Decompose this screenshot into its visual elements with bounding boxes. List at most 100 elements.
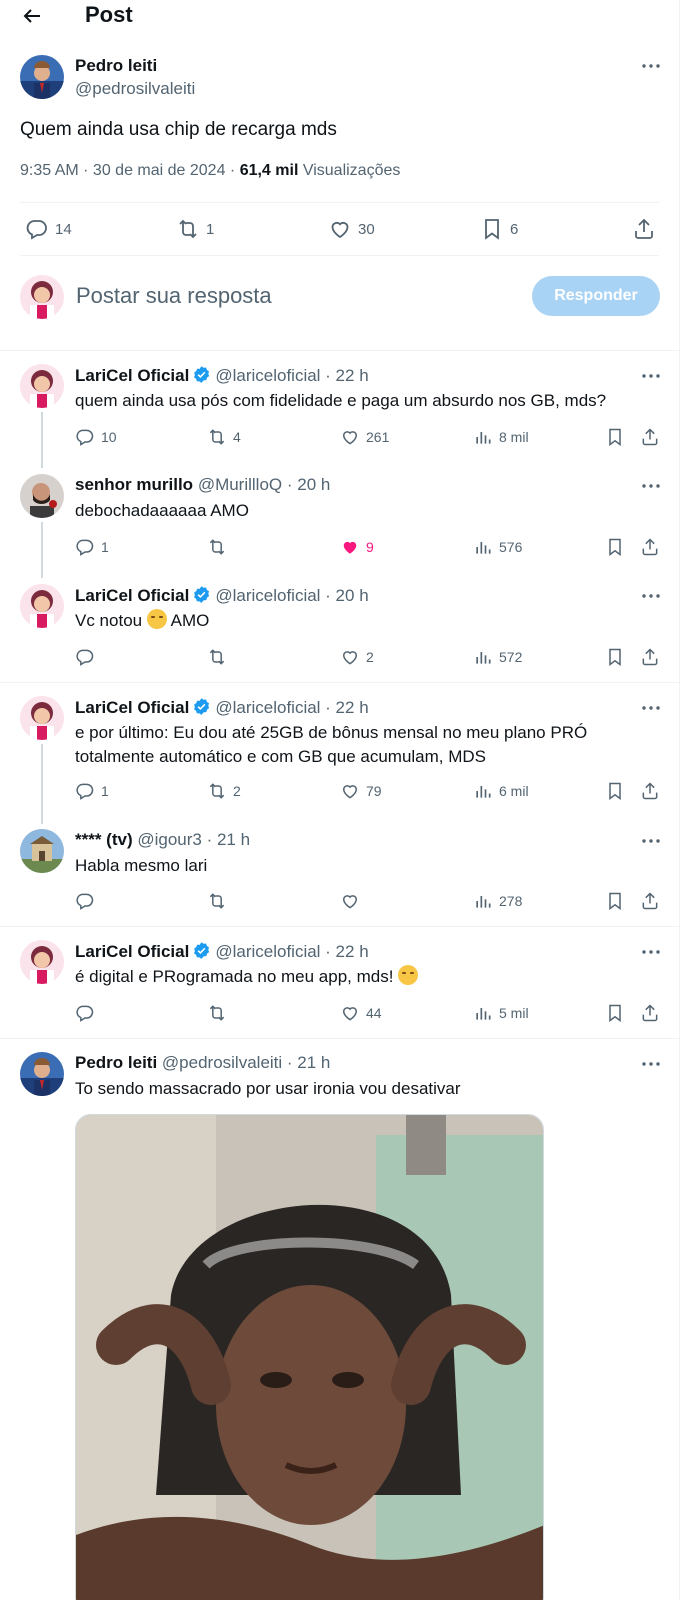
more-options-icon[interactable]: [639, 584, 663, 608]
author-avatar[interactable]: [20, 55, 64, 99]
views-button[interactable]: 572: [473, 647, 522, 667]
author-handle[interactable]: @pedrosilvaleiti: [75, 79, 195, 99]
divider: [0, 350, 680, 351]
reply-handle[interactable]: @lariceloficial · 22 h: [215, 366, 368, 385]
reply-author-name[interactable]: LariCel Oficial: [75, 942, 189, 961]
author-name[interactable]: Pedro leiti: [75, 56, 157, 76]
reply-author-name[interactable]: **** (tv): [75, 830, 133, 849]
like-button[interactable]: [340, 891, 366, 911]
reply-author-name[interactable]: Pedro leiti: [75, 1053, 157, 1072]
respond-button[interactable]: Responder: [532, 276, 660, 316]
like-button[interactable]: 44: [340, 1003, 382, 1023]
back-arrow-icon[interactable]: [20, 4, 44, 28]
reply-button[interactable]: 10: [75, 427, 117, 447]
page-title: Post: [85, 2, 133, 27]
reply-handle[interactable]: @lariceloficial · 22 h: [215, 698, 368, 717]
views-count: 278: [499, 893, 523, 909]
reply-avatar[interactable]: [20, 474, 64, 518]
repost-button[interactable]: 4: [207, 427, 241, 447]
reply-header: senhor murillo @MurillloQ · 20 h: [75, 475, 330, 495]
repost-icon: [176, 217, 200, 241]
reply-text: e por último: Eu dou até 25GB de bônus m…: [75, 723, 588, 766]
views-count: 6 mil: [499, 783, 529, 799]
verified-badge-icon: [192, 941, 211, 960]
bookmark-button[interactable]: 6: [480, 217, 518, 241]
more-options-icon[interactable]: [639, 829, 663, 853]
bookmark-button[interactable]: [605, 781, 625, 801]
views-button[interactable]: 6 mil: [473, 781, 529, 801]
repost-button[interactable]: 1: [176, 217, 214, 241]
reply-button[interactable]: [75, 647, 101, 667]
reply-avatar[interactable]: [20, 696, 64, 740]
more-options-icon[interactable]: [639, 54, 663, 78]
bookmark-icon: [605, 891, 625, 911]
share-icon: [632, 217, 656, 241]
like-button[interactable]: 79: [340, 781, 382, 801]
repost-button[interactable]: [207, 1003, 233, 1023]
more-options-icon[interactable]: [639, 474, 663, 498]
views-label: Visualizações: [298, 162, 401, 179]
reply-avatar[interactable]: [20, 829, 64, 873]
reply-handle[interactable]: @MurillloQ · 20 h: [198, 475, 331, 494]
reply-handle[interactable]: @pedrosilvaleiti · 21 h: [162, 1053, 330, 1072]
bookmark-button[interactable]: [605, 537, 625, 557]
bookmark-icon: [605, 537, 625, 557]
share-button[interactable]: [640, 427, 660, 447]
reply-button[interactable]: 1: [75, 781, 109, 801]
share-button[interactable]: [640, 891, 660, 911]
repost-button[interactable]: [207, 891, 233, 911]
reply-author-name[interactable]: LariCel Oficial: [75, 586, 189, 605]
repost-count: 1: [206, 220, 215, 238]
share-button[interactable]: [640, 537, 660, 557]
reply-author-name[interactable]: LariCel Oficial: [75, 698, 189, 717]
like-button[interactable]: 261: [340, 427, 389, 447]
bookmark-button[interactable]: [605, 891, 625, 911]
share-icon: [640, 427, 660, 447]
reply-input[interactable]: Postar sua resposta: [76, 283, 272, 309]
reply-button[interactable]: [75, 891, 101, 911]
more-options-icon[interactable]: [639, 696, 663, 720]
share-button[interactable]: [632, 217, 656, 241]
bookmark-button[interactable]: [605, 647, 625, 667]
repost-count: 2: [233, 783, 241, 799]
more-options-icon[interactable]: [639, 364, 663, 388]
share-button[interactable]: [640, 781, 660, 801]
bookmark-button[interactable]: [605, 427, 625, 447]
divider: [20, 255, 659, 256]
reply-button[interactable]: 14: [25, 217, 72, 241]
post-timestamp[interactable]: 9:35 AM · 30 de mai de 2024 ·: [20, 162, 240, 179]
reply-header: LariCel Oficial @lariceloficial · 22 h: [75, 365, 369, 386]
bookmark-button[interactable]: [605, 1003, 625, 1023]
repost-button[interactable]: [207, 537, 233, 557]
like-button[interactable]: 2: [340, 647, 374, 667]
reply-author-name[interactable]: LariCel Oficial: [75, 366, 189, 385]
reply-media-image[interactable]: [75, 1114, 544, 1600]
repost-count: 4: [233, 429, 241, 445]
more-options-icon[interactable]: [639, 940, 663, 964]
repost-button[interactable]: [207, 647, 233, 667]
share-button[interactable]: [640, 1003, 660, 1023]
reply-avatar[interactable]: [20, 940, 64, 984]
reply-avatar[interactable]: [20, 584, 64, 628]
reply-avatar[interactable]: [20, 1052, 64, 1096]
views-button[interactable]: 278: [473, 891, 522, 911]
like-count: 44: [366, 1005, 382, 1021]
more-options-icon[interactable]: [639, 1052, 663, 1076]
reply-button[interactable]: 1: [75, 537, 109, 557]
user-avatar: [20, 275, 64, 319]
reply-count: 10: [101, 429, 117, 445]
repost-button[interactable]: 2: [207, 781, 241, 801]
reply-handle[interactable]: @lariceloficial · 22 h: [215, 942, 368, 961]
reply-button[interactable]: [75, 1003, 101, 1023]
reply-author-name[interactable]: senhor murillo: [75, 475, 193, 494]
share-icon: [640, 1003, 660, 1023]
views-button[interactable]: 5 mil: [473, 1003, 529, 1023]
reply-handle[interactable]: @igour3 · 21 h: [137, 830, 250, 849]
like-button[interactable]: 30: [328, 217, 375, 241]
reply-handle[interactable]: @lariceloficial · 20 h: [215, 586, 368, 605]
views-button[interactable]: 576: [473, 537, 522, 557]
share-button[interactable]: [640, 647, 660, 667]
reply-avatar[interactable]: [20, 364, 64, 408]
like-button[interactable]: 9: [340, 537, 374, 557]
views-button[interactable]: 8 mil: [473, 427, 529, 447]
